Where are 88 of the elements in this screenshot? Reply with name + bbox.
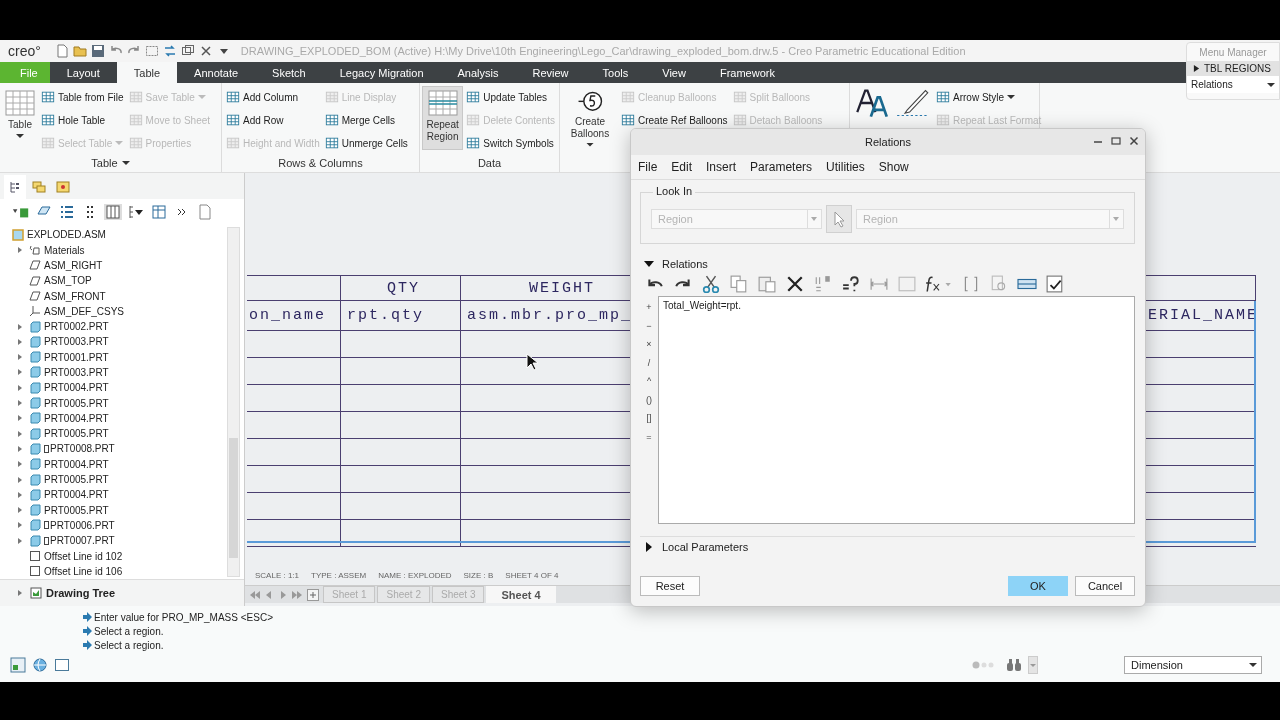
menu-tab[interactable]: Table [116,62,178,84]
menu-tab[interactable]: Legacy Migration [322,62,441,84]
frame-label: Look In [653,185,696,197]
operator-button[interactable]: ^ [640,372,658,391]
dialog-button[interactable]: Reset [640,576,700,596]
app-logo: creo° [8,43,41,60]
tree-item[interactable]: PRT0006.PRT [50,519,115,531]
ribbon-large-button[interactable]: Table [2,86,38,151]
menu-item[interactable]: Insert [706,160,737,174]
tree-item[interactable]: Offset Line id 106 [44,565,123,577]
panel-title: Menu Manager [1198,46,1268,60]
ribbon-button[interactable]: Add Column [224,86,322,109]
menu-item[interactable]: Show [878,160,909,174]
table-cell: on_name [247,301,341,332]
ribbon-button[interactable]: Add Row [224,109,322,132]
ribbon-button[interactable]: Switch Symbols [464,132,557,155]
sheet-tab[interactable]: Sheet 4 [486,586,556,603]
ribbon-button[interactable]: Table from File [39,86,126,109]
ribbon-large-button[interactable]: Create Balloons [562,86,618,151]
menu-item[interactable]: Edit [671,160,693,174]
operator-button[interactable]: − [640,316,658,335]
tree-item[interactable]: ASM_TOP [44,275,92,287]
tree-item[interactable]: PRT0007.PRT [50,535,115,547]
tree-item[interactable]: PRT0004.PRT [44,382,109,394]
tree-item[interactable]: PRT0004.PRT [44,458,109,470]
window-title: DRAWING_EXPLODED_BOM (Active) H:\My Drive\10th Engineering\Lego_Car\drawing_exploded_bom.drw.5 - Creo Parametric Educational Edition [240,45,966,58]
tree-item[interactable]: ASM_DEF_CSYS [44,305,125,317]
tree-item[interactable]: PRT0005.PRT [44,397,109,409]
menu-tab[interactable]: View [645,62,703,84]
menu-tab[interactable]: Sketch [255,62,323,84]
tree-item[interactable]: ASM_FRONT [44,290,106,302]
ribbon-large-button[interactable]: Repeat Region [422,86,464,151]
operator-button[interactable]: / [640,353,658,372]
tree-item[interactable]: PRT0004.PRT [44,489,109,501]
menu-item[interactable]: Utilities [826,160,865,174]
tree-item[interactable]: PRT0001.PRT [44,351,109,363]
table-cell: rpt.qty [341,301,461,332]
operator-button[interactable]: () [640,390,658,409]
ribbon-button[interactable]: Unmerge Cells [322,132,410,155]
filter-dropdown[interactable]: Dimension [1124,656,1262,674]
menu-dropdown[interactable]: Relations [1187,76,1279,93]
dialog-title: Relations [865,136,911,148]
message-text: Select a region. [94,625,164,637]
format-label: SCALE : 1:1 [255,571,300,582]
ribbon-button[interactable]: Merge Cells [322,109,410,132]
menu-tab[interactable]: Annotate [177,62,256,84]
dialog-button[interactable]: Cancel [1075,576,1135,596]
menu-tab[interactable]: Tools [585,62,646,84]
table-header: QTY [341,275,461,302]
section-toggle[interactable]: Local Parameters [640,536,1135,555]
dialog-button[interactable]: OK [1008,576,1068,596]
format-label: SHEET 4 OF 4 [505,571,559,582]
format-label: NAME : EXPLODED [378,571,452,582]
group-label[interactable]: Table [91,157,118,170]
tree-item[interactable]: PRT0005.PRT [44,474,109,486]
message-text: Select a region. [94,639,164,651]
menu-tab[interactable]: Framework [702,62,792,84]
tree-item[interactable]: PRT0004.PRT [44,412,109,424]
ribbon-button[interactable]: Arrow Style [934,86,1044,109]
tree-item[interactable]: Drawing Tree [46,587,116,599]
menu-tab[interactable]: Review [515,62,586,84]
relations-editor[interactable]: Total_Weight=rpt. [658,296,1135,524]
tree-item[interactable]: PRT0005.PRT [44,504,109,516]
tree-item[interactable]: PRT0008.PRT [50,443,115,455]
menu-item[interactable]: Parameters [750,160,813,174]
operator-button[interactable]: [] [640,409,658,428]
format-label: SIZE : B [463,571,494,582]
message-text: Enter value for PRO_MP_MASS <ESC> [94,611,273,623]
operator-button[interactable]: × [640,335,658,354]
tree-item[interactable]: Offset Line id 102 [44,550,123,562]
tree-item[interactable]: PRT0003.PRT [44,367,109,378]
menu-item[interactable]: File [638,160,658,174]
tree-item[interactable]: PRT0003.PRT [44,336,109,348]
group-label[interactable]: Data [477,157,502,170]
menu-header[interactable]: TBL REGIONS [1187,61,1279,76]
group-label[interactable]: Rows & Columns [278,157,363,170]
menu-tab[interactable]: Analysis [440,62,516,84]
ribbon-button[interactable]: Update Tables [464,86,557,109]
section-toggle[interactable]: Relations [640,256,1135,272]
tree-item[interactable]: ASM_RIGHT [44,259,103,271]
menu-tab[interactable]: Layout [49,62,117,84]
format-label: TYPE : ASSEM [311,571,367,582]
tree-item[interactable]: PRT0002.PRT [44,321,109,333]
tree-item[interactable]: Materials [44,244,85,256]
ribbon-button[interactable]: Hole Table [39,109,126,132]
tree-item[interactable]: PRT0005.PRT [44,428,109,440]
operator-button[interactable]: = [640,427,658,446]
tree-item[interactable]: EXPLODED.ASM [27,229,106,241]
